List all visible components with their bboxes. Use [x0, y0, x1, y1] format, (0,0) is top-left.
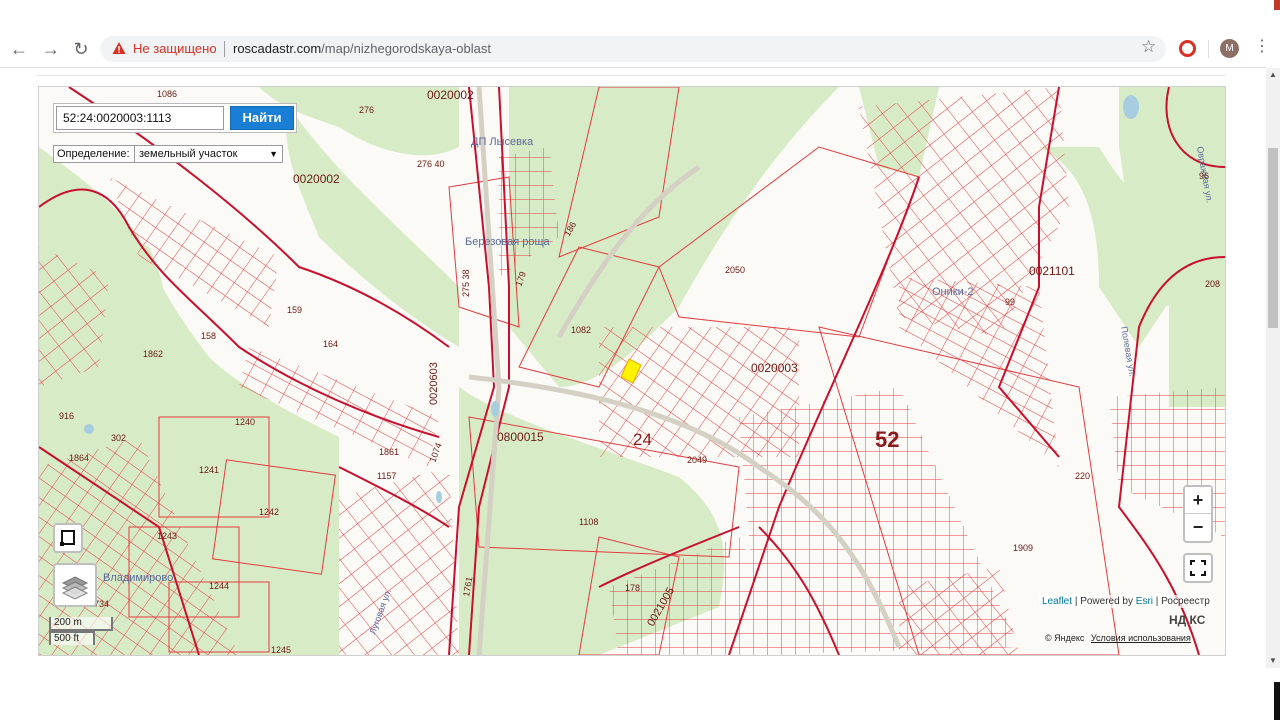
label-quarter: 0800015	[497, 430, 544, 444]
search-button[interactable]: Найти	[230, 106, 294, 130]
scroll-thumb[interactable]	[1268, 148, 1278, 328]
cadastral-number-input[interactable]	[56, 106, 224, 130]
label-parcel: 164	[323, 339, 338, 349]
avatar[interactable]: M	[1220, 39, 1239, 58]
label-quarter: 0020003	[751, 361, 798, 375]
label-parcel: 1243	[157, 531, 177, 541]
url-host: roscadastr.com	[233, 41, 322, 56]
label-parcel: 276	[359, 105, 374, 115]
scale-bar: 200 m 500 ft	[49, 617, 113, 645]
label-parcel: 276 40	[417, 159, 445, 169]
page-divider	[36, 75, 1226, 76]
esri-link[interactable]: Esri	[1136, 596, 1153, 607]
insecure-label[interactable]: Не защищено	[133, 41, 217, 56]
label-parcel: 275 38	[461, 269, 471, 297]
definition-selected: земельный участок	[139, 148, 238, 160]
kebab-icon[interactable]: ⋮	[1254, 37, 1270, 57]
label-parcel: 1864	[69, 453, 89, 463]
browser-chrome: ← → ↻ Не защищено roscadastr.com/map/niz…	[0, 0, 1280, 68]
label-parcel: 208	[1205, 279, 1220, 289]
polygon-draw-control[interactable]	[53, 523, 83, 553]
layers-icon	[61, 576, 89, 600]
label-district: 52	[875, 427, 899, 452]
zoom-control: + −	[1183, 485, 1213, 543]
cadastral-search: Найти	[53, 103, 297, 133]
label-parcel: 96	[1199, 171, 1209, 181]
label-parcel: 1244	[209, 581, 229, 591]
yandex-maps-logo: НД КС	[1169, 613, 1206, 627]
yandex-attribution: © Яндекс Условия использования	[1045, 633, 1191, 643]
zoom-out-button[interactable]: −	[1185, 513, 1211, 539]
layers-control[interactable]	[53, 563, 97, 607]
fullscreen-icon	[1190, 560, 1206, 576]
label-parcel: 1242	[259, 507, 279, 517]
label-parcel: 1240	[235, 417, 255, 427]
definition-label: Определение:	[57, 148, 130, 160]
arrow-right-icon[interactable]: →	[40, 38, 62, 60]
address-bar[interactable]: Не защищено roscadastr.com/map/nizhegoro…	[100, 36, 1166, 62]
label-place: ДП Лысевка	[471, 136, 534, 148]
map-attribution: Leaflet | Powered by Esri | Росреестр	[1039, 595, 1213, 608]
scale-metric: 200 m	[49, 617, 113, 631]
star-icon[interactable]: ☆	[1141, 37, 1156, 57]
definition-select[interactable]: земельный участок ▼	[134, 146, 282, 162]
label-parcel: 916	[59, 411, 74, 421]
label-parcel: 159	[287, 305, 302, 315]
extension-icon[interactable]	[1179, 40, 1196, 57]
url-separator	[224, 41, 225, 57]
label-quarter: 0020002	[293, 172, 340, 186]
definition-filter: Определение: земельный участок ▼	[53, 145, 283, 163]
fullscreen-button[interactable]	[1183, 553, 1213, 583]
yandex-copyright: © Яндекс	[1045, 633, 1085, 643]
label-parcel: 99	[1005, 297, 1015, 307]
label-quarter: 0021101	[1029, 264, 1075, 278]
url-path: /map/nizhegorodskaya-oblast	[321, 41, 491, 56]
label-parcel: 1241	[199, 465, 219, 475]
label-region: 24	[633, 430, 652, 449]
label-place: Березовая роща	[465, 236, 551, 248]
scale-imperial: 500 ft	[49, 631, 95, 645]
leaflet-link[interactable]: Leaflet	[1042, 596, 1072, 607]
zoom-in-button[interactable]: +	[1185, 487, 1211, 513]
label-parcel: 1086	[157, 89, 177, 99]
label-parcel: 1082	[571, 325, 591, 335]
window-edge	[1274, 682, 1280, 720]
terms-link[interactable]: Условия использования	[1091, 633, 1191, 643]
scroll-up-arrow-icon[interactable]: ▲	[1266, 68, 1280, 82]
label-parcel: 1108	[579, 517, 598, 527]
caret-down-icon: ▼	[269, 149, 278, 159]
label-parcel: 1157	[377, 471, 396, 481]
label-parcel: 220	[1075, 471, 1090, 481]
warning-icon	[112, 42, 126, 54]
label-parcel: 1909	[1013, 543, 1033, 553]
map-container[interactable]: 52 24 0020003 0020002 0020002 0800015 00…	[38, 86, 1226, 656]
cadastral-map[interactable]: 52 24 0020003 0020002 0020002 0800015 00…	[39, 87, 1225, 655]
page-scrollbar[interactable]: ▲ ▼	[1266, 68, 1280, 668]
label-parcel: 302	[111, 433, 126, 443]
label-place: Оники-2	[932, 286, 974, 298]
label-parcel: 2050	[725, 265, 745, 275]
label-parcel: 158	[201, 331, 216, 341]
label-parcel: 1862	[143, 349, 163, 359]
label-parcel: 1861	[379, 447, 399, 457]
scroll-down-arrow-icon[interactable]: ▼	[1266, 654, 1280, 668]
url-text[interactable]: roscadastr.com/map/nizhegorodskaya-oblas…	[233, 41, 491, 56]
chrome-divider	[0, 67, 1266, 68]
label-parcel: 1245	[271, 645, 291, 655]
label-place: Владимирово	[103, 572, 173, 584]
reload-icon[interactable]: ↻	[70, 38, 92, 60]
label-quarter: 0020002	[427, 88, 474, 102]
powered-by-text: | Powered by	[1074, 596, 1133, 607]
polygon-draw-icon	[60, 530, 75, 546]
label-parcel: 178	[625, 583, 640, 593]
rosreestr-text: | Росреестр	[1155, 596, 1210, 607]
arrow-left-icon[interactable]: ←	[8, 38, 30, 60]
label-quarter: 0020603	[428, 362, 440, 405]
window-corner	[1274, 0, 1280, 10]
toolbar-separator	[1208, 40, 1209, 58]
label-parcel: 2049	[687, 455, 707, 465]
